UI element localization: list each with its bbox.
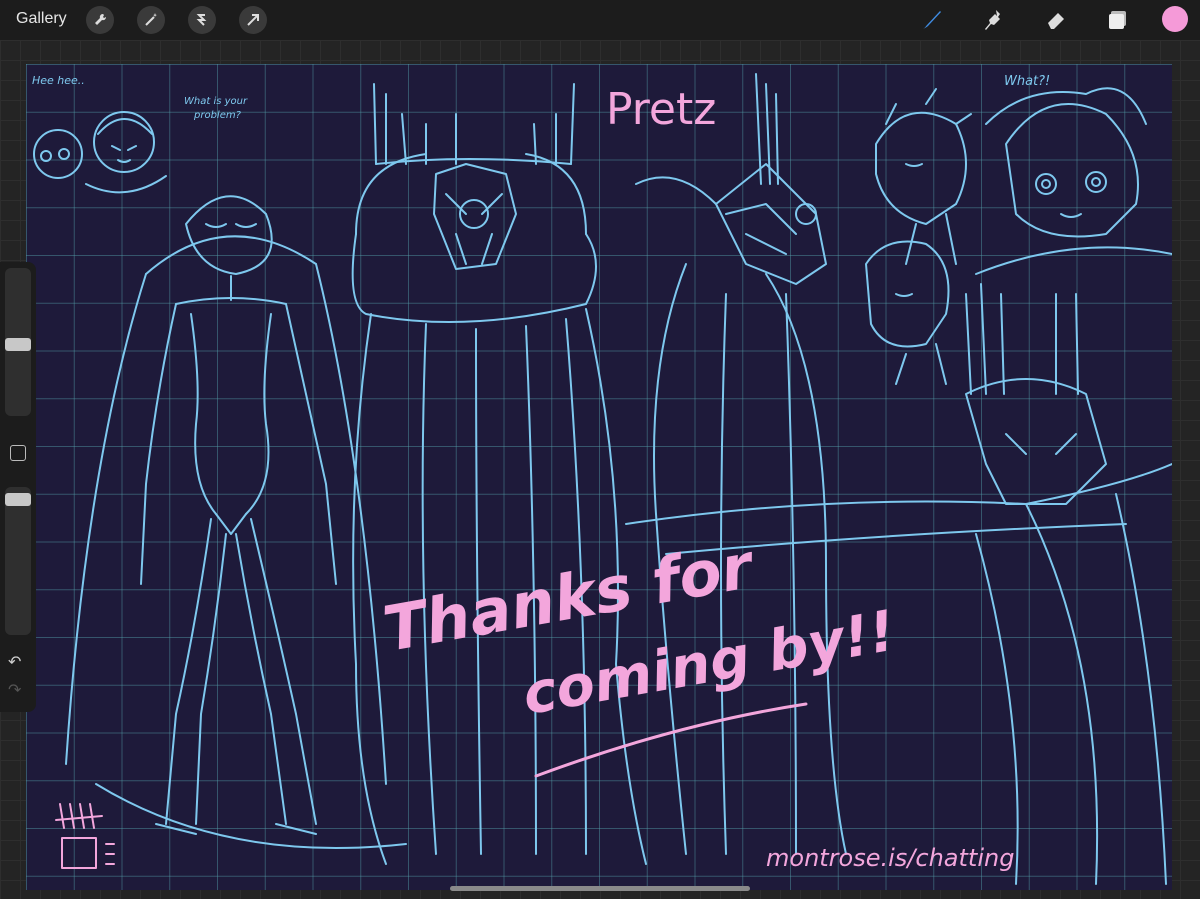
annotation-problem: problem?: [194, 110, 241, 121]
smudge-icon[interactable]: [980, 6, 1008, 34]
left-sidebar: ↶ ↷: [0, 262, 36, 712]
magic-wand-icon[interactable]: [137, 6, 165, 34]
annotation-hee-hee: Hee hee..: [32, 74, 85, 87]
home-indicator: [450, 886, 750, 891]
sketch-signature-mark: [55, 803, 115, 869]
gallery-button[interactable]: Gallery: [16, 10, 67, 28]
annotation-what: What?!: [1004, 74, 1051, 89]
layers-icon[interactable]: [1104, 6, 1132, 34]
undo-icon[interactable]: ↶: [8, 652, 21, 672]
sketch-cloaked-skull: [351, 83, 647, 865]
wrench-icon[interactable]: [86, 6, 114, 34]
eraser-icon[interactable]: [1042, 6, 1070, 34]
sketch-surprised-boy: [975, 87, 1172, 275]
sketch-hooded-profile: [635, 73, 847, 855]
sketch-boy-head-1: [875, 88, 972, 265]
selection-icon[interactable]: [188, 6, 216, 34]
transform-arrow-icon[interactable]: [239, 6, 267, 34]
modify-square-button[interactable]: [10, 445, 26, 461]
title-pretz: Pretz: [606, 84, 717, 135]
color-picker-swatch[interactable]: [1162, 6, 1188, 32]
drawing-canvas[interactable]: Hee hee.. What is your problem? What?! P…: [26, 64, 1172, 890]
annotation-what-is-your: What is your: [184, 96, 248, 107]
signature-link-text: montrose.is/chatting: [766, 844, 1015, 872]
redo-icon[interactable]: ↷: [8, 680, 21, 700]
brush-icon[interactable]: [918, 6, 946, 34]
sketch-layer: [33, 73, 1172, 885]
brush-size-thumb[interactable]: [5, 338, 31, 352]
top-toolbar: Gallery: [0, 0, 1200, 40]
opacity-thumb[interactable]: [5, 493, 31, 506]
opacity-slider[interactable]: [5, 487, 31, 635]
